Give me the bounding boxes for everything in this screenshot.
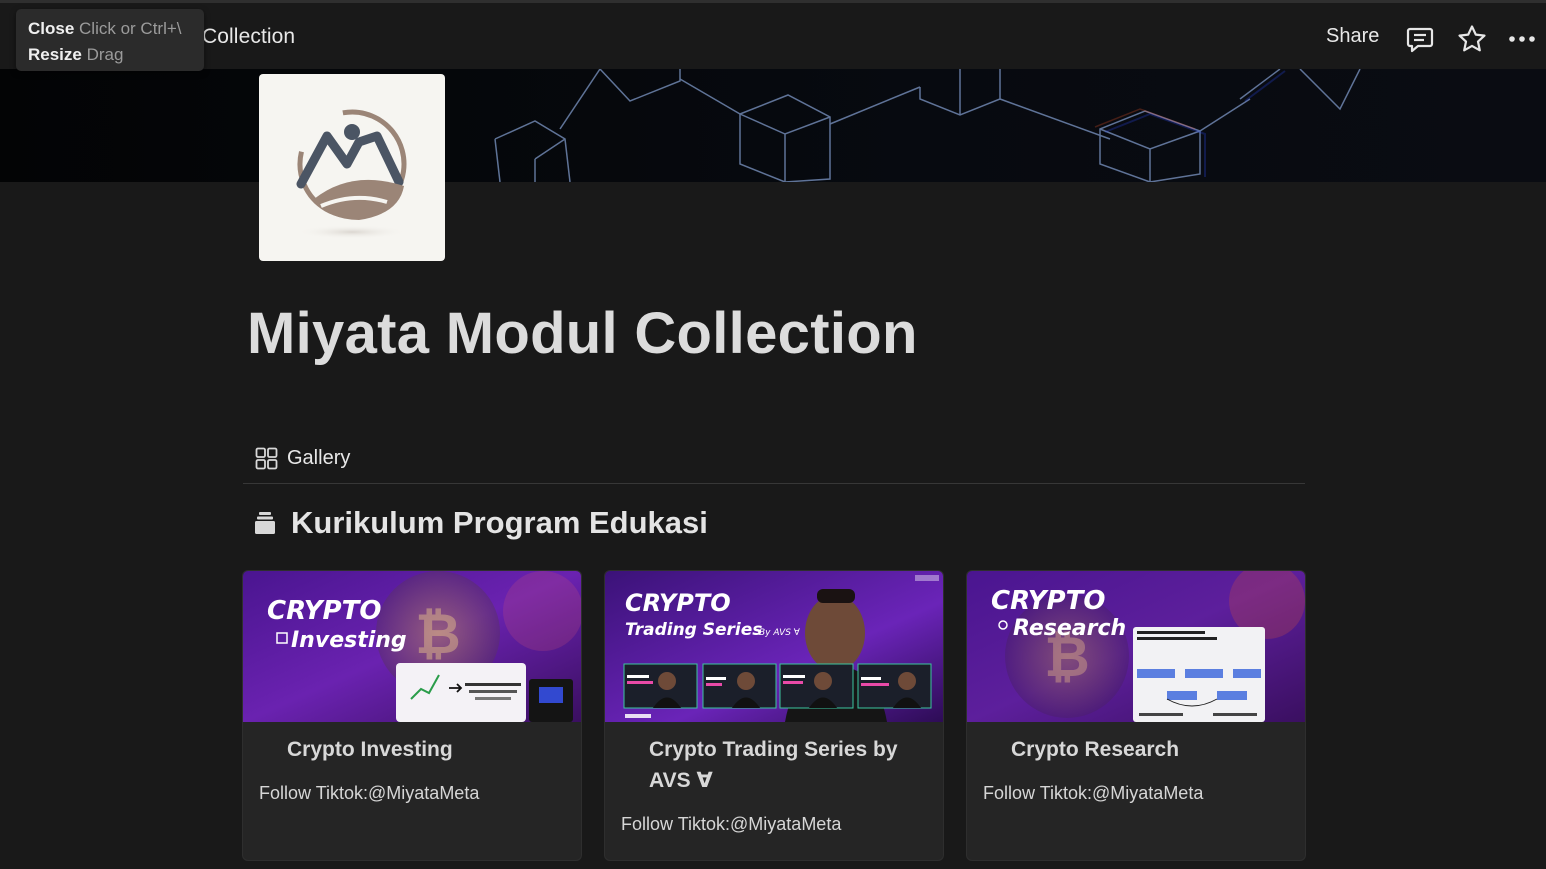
- page-icon-logo[interactable]: [259, 74, 445, 261]
- thumb-line1: CRYPTO: [267, 596, 381, 626]
- tooltip-close-hint: Click or Ctrl+\: [79, 19, 182, 38]
- page-cover-image: [0, 69, 1546, 182]
- group-heading-label: Kurikulum Program Edukasi: [291, 505, 708, 540]
- star-icon[interactable]: [1456, 23, 1488, 55]
- thumb-line2: Investing: [291, 628, 407, 653]
- more-icon[interactable]: [1506, 23, 1538, 55]
- sidebar-tooltip: Close Click or Ctrl+\ Resize Drag: [16, 9, 204, 71]
- card-title: Crypto Research: [1011, 738, 1180, 761]
- svg-text:₿: ₿: [415, 602, 461, 667]
- card-property-text: Follow Tiktok:@MiyataMeta: [259, 783, 480, 803]
- comment-icon[interactable]: [1404, 23, 1436, 55]
- tooltip-close-key: Close: [28, 19, 75, 38]
- thumb-line2: Research: [1013, 616, 1126, 641]
- card-property-text: Follow Tiktok:@MiyataMeta: [983, 783, 1204, 803]
- gallery-icon: [255, 447, 278, 469]
- card-thumbnail: ₿ CRYPTO Investing: [243, 571, 581, 722]
- group-heading: Kurikulum Program Edukasi: [254, 503, 708, 543]
- tab-gallery-label: Gallery: [287, 446, 351, 469]
- card-thumbnail: ₿ CRYPTO Research: [967, 571, 1305, 722]
- card-title: Crypto Investing: [287, 738, 453, 761]
- share-button[interactable]: Share: [1326, 25, 1379, 48]
- gallery-card-crypto-investing[interactable]: ₿ CRYPTO Investing Crypto Investing Foll…: [243, 571, 581, 860]
- tooltip-resize-hint: Drag: [86, 45, 124, 64]
- topbar: Collection Share: [0, 0, 1546, 69]
- gallery-card-crypto-trading-series[interactable]: CRYPTO Trading Series By AVS ∀ Crypto Tr…: [605, 571, 943, 860]
- card-thumbnail: CRYPTO Trading Series By AVS ∀: [605, 571, 943, 722]
- card-stack-icon: [255, 512, 275, 534]
- tooltip-resize-key: Resize: [28, 45, 82, 64]
- app-window: Collection Share Close Click or Ctrl+\ R…: [0, 0, 1546, 869]
- thumb-by: By AVS ∀: [759, 628, 801, 638]
- card-title: Crypto Trading Series by AVS ∀: [649, 738, 898, 792]
- breadcrumb-title[interactable]: Collection: [202, 25, 295, 49]
- thumb-line1: CRYPTO: [991, 586, 1105, 616]
- view-divider: [243, 483, 1305, 484]
- tab-gallery[interactable]: Gallery: [255, 443, 350, 473]
- gallery-card-crypto-research[interactable]: ₿ CRYPTO Research Crypto Research Follow…: [967, 571, 1305, 860]
- thumb-line1: CRYPTO: [625, 589, 731, 617]
- page-title[interactable]: Miyata Modul Collection: [247, 300, 918, 367]
- card-property-text: Follow Tiktok:@MiyataMeta: [621, 814, 842, 834]
- thumb-line2: Trading Series: [625, 620, 762, 640]
